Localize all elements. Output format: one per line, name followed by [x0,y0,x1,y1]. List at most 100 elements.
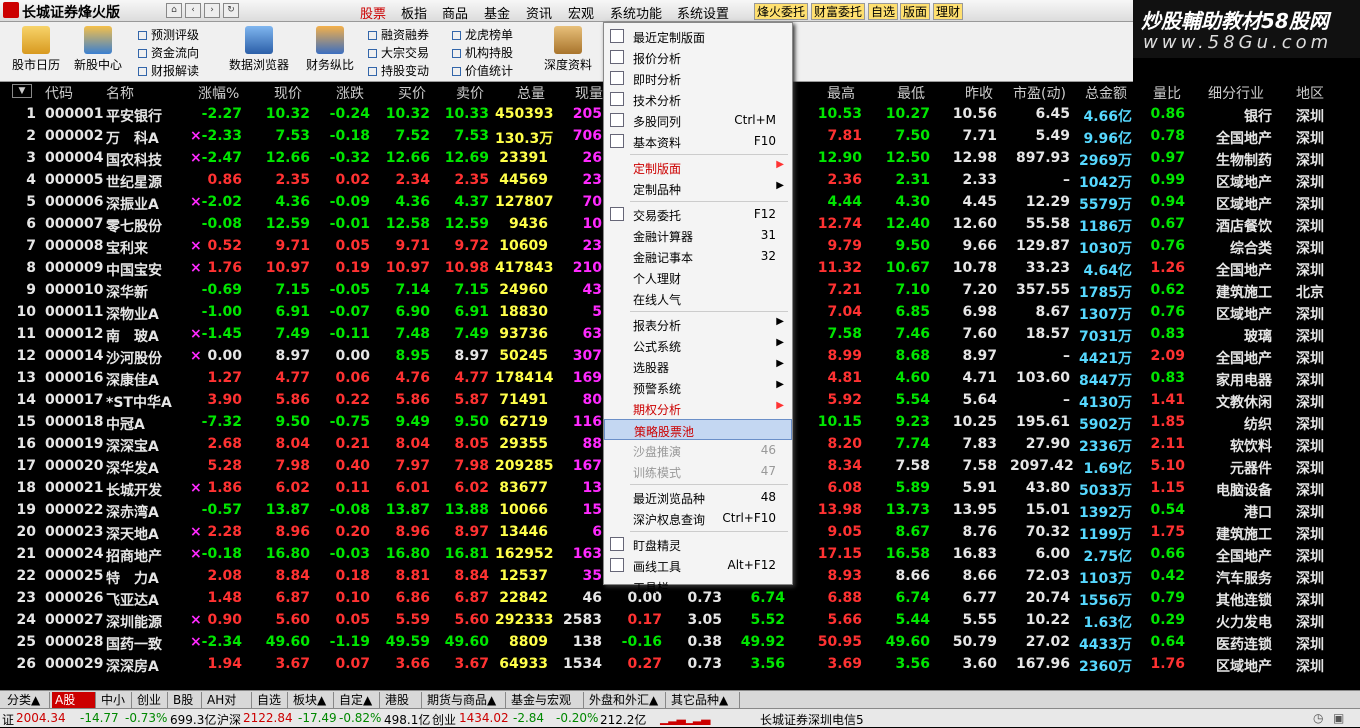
ipo-center-button[interactable]: 新股中心 [70,26,126,73]
fenghuo-trade-button[interactable]: 烽火委托 [754,3,809,20]
col-volume[interactable]: 总量 [517,83,545,103]
menu-news[interactable]: 资讯 [526,3,552,22]
extra-cell: 0.27 [627,656,662,672]
back-icon[interactable]: ‹ [185,3,201,18]
tab-3[interactable]: 创业 [134,692,168,708]
col-change-pct[interactable]: 涨幅% [198,83,239,103]
block-trade-link[interactable]: 大宗交易 [368,44,429,61]
menu-item[interactable]: 报价分析 [604,47,792,68]
menu-item[interactable]: 最近定制版面 [604,26,792,47]
column-menu-icon[interactable]: ▼ [12,84,32,98]
menu-system-functions[interactable]: 系统功能 [610,3,662,22]
tab-8[interactable]: 自定▲ [336,692,380,708]
menu-commodity[interactable]: 商品 [442,3,468,22]
menu-system-settings[interactable]: 系统设置 [677,3,729,22]
menu-item[interactable]: 基本资料 F10 [604,131,792,152]
tab-12[interactable]: 外盘和外汇▲ [586,692,666,708]
col-price[interactable]: 现价 [274,83,302,103]
cur-volume: 43 [582,282,602,298]
stock-name: 零七股份 [106,219,162,235]
col-industry[interactable]: 细分行业 [1208,83,1264,103]
tab-7[interactable]: 板块▲ [290,692,334,708]
col-volume-ratio[interactable]: 量比 [1153,83,1181,103]
status-bar: 证 2004.34 -14.77 -0.73% 699.3亿 沪深 2122.8… [0,708,1360,727]
menu-stock[interactable]: 股票 [360,3,386,22]
pe: 6.00 [1035,546,1070,562]
col-bid[interactable]: 买价 [398,83,426,103]
finance-button[interactable]: 理财 [933,3,964,20]
data-browser-button[interactable]: 数据浏览器 [226,26,292,73]
tab-13[interactable]: 其它品种▲ [668,692,740,708]
menu-index[interactable]: 板指 [401,3,427,22]
tab-11[interactable]: 基金与宏观▲ [508,692,584,723]
holding-change-link[interactable]: 持股变动 [368,62,429,79]
forward-icon[interactable]: › [204,3,220,18]
menu-item[interactable]: 策略股票池 [604,419,792,440]
cy-pct: -0.20% [556,711,599,725]
col-prev-close[interactable]: 昨收 [965,83,993,103]
menu-item[interactable]: 金融记事本 32 [604,246,792,267]
menu-item[interactable]: 盯盘精灵 [604,534,792,555]
extra-cell: -0.16 [621,634,662,650]
report-interpret-link[interactable]: 财报解读 [138,62,199,79]
col-pe[interactable]: 市盈(动) [1013,83,1066,103]
refresh-icon[interactable]: ↻ [223,3,239,18]
menu-item[interactable]: 工具栏 [604,576,792,597]
tab-9[interactable]: 港股▲ [382,692,422,723]
tab-6[interactable]: 自选 [254,692,288,708]
tab-10[interactable]: 期货与商品▲ [424,692,506,708]
menu-item[interactable]: 报表分析 ▶ [604,314,792,335]
favorites-button[interactable]: 自选 [868,3,899,20]
col-ask[interactable]: 卖价 [456,83,484,103]
menu-item[interactable]: 金融计算器 31 [604,225,792,246]
layout-button[interactable]: 版面 [900,3,931,20]
tab-4[interactable]: B股 [170,692,202,708]
change-pct: -2.47 [201,150,242,166]
menu-item[interactable]: 定制版面 ▶ [604,157,792,178]
value-stats-link[interactable]: 价值统计 [452,62,513,79]
caifu-trade-button[interactable]: 财富委托 [811,3,866,20]
menu-item[interactable]: 公式系统 ▶ [604,335,792,356]
menu-item[interactable]: 深沪权息查询 Ctrl+F10 [604,508,792,529]
col-name[interactable]: 名称 [106,83,134,103]
menu-item[interactable]: 定制品种 ▶ [604,178,792,199]
menu-item[interactable]: 选股器 ▶ [604,356,792,377]
home-icon[interactable]: ⌂ [166,3,182,18]
bid: 10.97 [385,260,430,276]
menu-item[interactable]: 交易委托 F12 [604,204,792,225]
menu-item[interactable]: 技术分析 [604,89,792,110]
financial-compare-button[interactable]: 财务纵比 [302,26,358,73]
col-code[interactable]: 代码 [45,83,73,103]
menu-item[interactable]: 个人理财 [604,267,792,288]
col-low[interactable]: 最低 [897,83,925,103]
calendar-button[interactable]: 股市日历 [8,26,64,73]
col-cur-volume[interactable]: 现量 [575,83,603,103]
change: 0.11 [335,480,370,496]
tab-5[interactable]: AH对照 [204,692,252,723]
tab-0[interactable]: 分类▲ [4,692,50,708]
capital-flow-link[interactable]: 资金流向 [138,44,199,61]
col-region[interactable]: 地区 [1296,83,1324,103]
menu-macro[interactable]: 宏观 [568,3,594,22]
tab-1[interactable]: A股 [52,692,96,708]
forecast-rating-link[interactable]: 预测评级 [138,26,199,43]
menu-item-shortcut: F10 [753,134,776,148]
menu-item[interactable]: 在线人气 [604,288,792,309]
menu-item[interactable]: 最近浏览品种 48 [604,487,792,508]
col-change[interactable]: 涨跌 [336,83,364,103]
dragon-tiger-link[interactable]: 龙虎榜单 [452,26,513,43]
menu-item[interactable]: 多股同列 Ctrl+M [604,110,792,131]
deep-data-button[interactable]: 深度资料 [540,26,596,73]
menu-item[interactable]: 画线工具 Alt+F12 [604,555,792,576]
col-amount[interactable]: 总金额 [1085,83,1127,103]
institution-holding-link[interactable]: 机构持股 [452,44,513,61]
amount: 1556万 [1079,593,1132,609]
tab-2[interactable]: 中小 [98,692,132,708]
col-high[interactable]: 最高 [827,83,855,103]
menu-item[interactable]: 即时分析 [604,68,792,89]
menu-fund[interactable]: 基金 [484,3,510,22]
cur-volume: 6 [592,524,602,540]
menu-item[interactable]: 预警系统 ▶ [604,377,792,398]
margin-trading-link[interactable]: 融资融券 [368,26,429,43]
menu-item[interactable]: 期权分析 ▶ [604,398,792,419]
